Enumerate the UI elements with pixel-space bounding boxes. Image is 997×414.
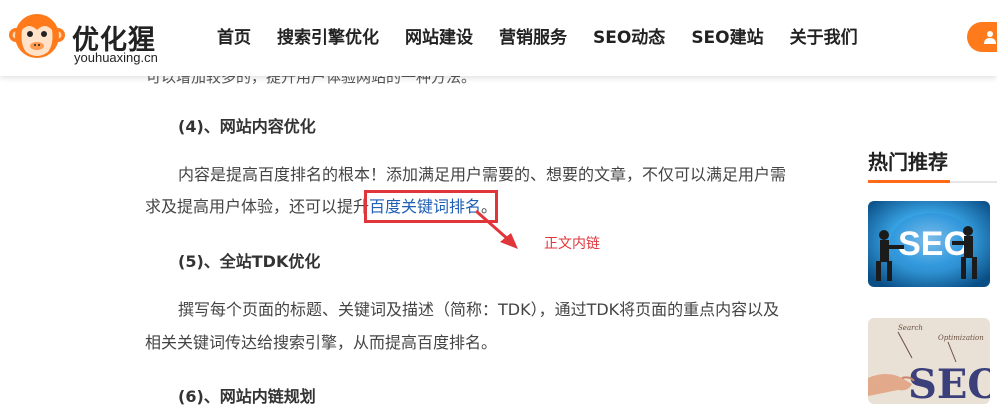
sidebar-title: 热门推荐: [868, 150, 948, 174]
section-heading-4: (4)、网站内容优化: [178, 117, 316, 136]
nav-item-seo-news[interactable]: SEO动态: [593, 24, 665, 52]
nav-item-home[interactable]: 首页: [217, 24, 251, 52]
paragraph-4-line-1: 内容是提高百度排名的根本！添加满足用户需要的、想要的文章，不仅可以满足用户需: [178, 165, 787, 184]
nav-item-seo[interactable]: 搜索引擎优化: [277, 24, 379, 52]
red-arrow-icon: [475, 209, 518, 249]
section-heading-6: (6)、网站内链规划: [178, 387, 316, 406]
recommend-thumb-2[interactable]: Search Optimization SEO: [868, 318, 990, 404]
site-header: 优化猩 youhuaxing.cn 首页 搜索引擎优化 网站建设 营销服务 SE…: [0, 0, 997, 76]
thumb2-seo-text: SEO: [908, 361, 990, 404]
thumb2-search-text: Search: [898, 324, 923, 332]
paragraph-5-line-2: 相关关键词传达给搜索引擎，从而提高百度排名。: [145, 333, 498, 352]
brand-logo[interactable]: 优化猩 youhuaxing.cn: [8, 8, 158, 66]
thumb2-optimization-text: Optimization: [938, 334, 984, 342]
paragraph-4-prefix: 求及提高用户体验，还可以提升: [145, 197, 370, 216]
nav-item-website-build[interactable]: 网站建设: [405, 24, 473, 52]
seo-hand-image: Search Optimization SEO: [868, 318, 990, 404]
user-icon: [984, 31, 996, 44]
nav-item-about[interactable]: 关于我们: [790, 24, 858, 52]
brand-domain: youhuaxing.cn: [74, 50, 158, 65]
paragraph-5-line-1: 撰写每个页面的标题、关键词及描述（简称：TDK），通过TDK将页面的重点内容以及: [178, 300, 780, 319]
section-heading-5: (5)、全站TDK优化: [178, 252, 321, 271]
nav-item-seo-site[interactable]: SEO建站: [691, 24, 763, 52]
monkey-logo-icon: [9, 14, 65, 58]
sidebar-title-underline: [868, 180, 950, 183]
annotation-label: 正文内链: [544, 236, 600, 252]
main-nav: 首页 搜索引擎优化 网站建设 营销服务 SEO动态 SEO建站 关于我们: [204, 24, 871, 52]
user-button[interactable]: [967, 22, 997, 52]
nav-item-marketing[interactable]: 营销服务: [499, 24, 567, 52]
seo-team-image: SEO: [868, 201, 990, 287]
recommend-thumb-1[interactable]: SEO: [868, 201, 990, 287]
